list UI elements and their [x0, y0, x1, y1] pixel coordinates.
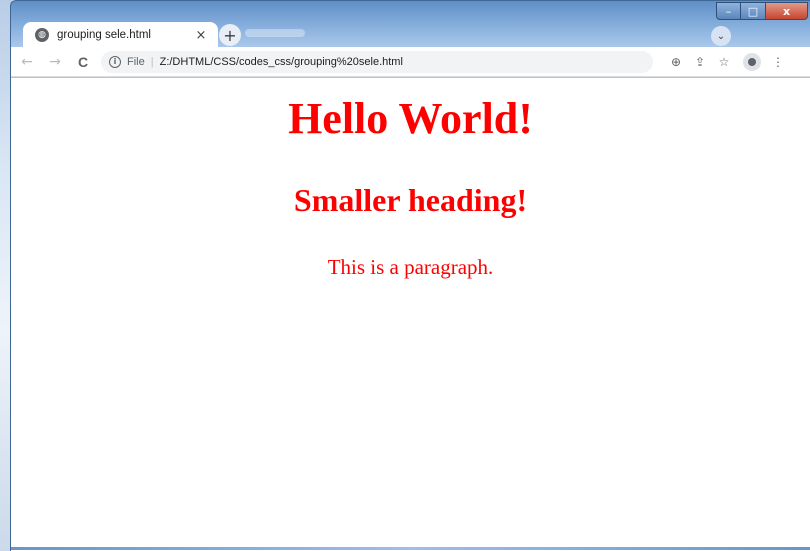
- heading-smaller: Smaller heading!: [293, 182, 528, 218]
- address-bar[interactable]: i File | Z:/DHTML/CSS/codes_css/grouping…: [101, 50, 653, 73]
- share-icon[interactable]: ⇪: [689, 51, 711, 73]
- taskbar-edge: [11, 547, 810, 550]
- forward-button[interactable]: →: [43, 50, 67, 74]
- browser-window: ◍ grouping sele.html × + ⌄ – □ x ← → C i…: [10, 0, 810, 551]
- globe-icon: ◍: [35, 28, 49, 42]
- toolbar-actions: ⊕ ⇪ ☆ ⋮: [665, 51, 791, 73]
- maximize-button[interactable]: □: [741, 2, 766, 20]
- new-tab-button[interactable]: +: [219, 24, 241, 46]
- url-text: Z:/DHTML/CSS/codes_css/grouping%20sele.h…: [159, 55, 403, 68]
- tab-search-button[interactable]: ⌄: [711, 26, 731, 46]
- url-scheme: File: [127, 55, 145, 68]
- site-info-icon[interactable]: i: [109, 55, 121, 68]
- close-window-button[interactable]: x: [766, 2, 808, 20]
- back-button[interactable]: ←: [15, 50, 39, 74]
- menu-icon[interactable]: ⋮: [767, 51, 789, 73]
- zoom-icon[interactable]: ⊕: [665, 51, 687, 73]
- paragraph-text: This is a paragraph.: [327, 255, 494, 279]
- heading-hello-world: Hello World!: [288, 94, 533, 143]
- tab-strip: ◍ grouping sele.html × + ⌄ – □ x: [11, 1, 810, 48]
- bookmark-star-icon[interactable]: ☆: [713, 51, 735, 73]
- url-separator: |: [150, 55, 154, 68]
- background-tab-ghost: [245, 29, 305, 37]
- profile-avatar-dot: [748, 57, 756, 66]
- tab-close-icon[interactable]: ×: [194, 28, 208, 43]
- page-content: Hello World! Smaller heading! This is a …: [11, 78, 810, 551]
- reload-button[interactable]: C: [71, 50, 95, 74]
- browser-toolbar: ← → C i File | Z:/DHTML/CSS/codes_css/gr…: [11, 47, 810, 77]
- profile-avatar-icon[interactable]: [743, 52, 761, 71]
- window-controls: – □ x: [716, 2, 808, 20]
- tab-title: grouping sele.html: [57, 29, 151, 41]
- tab-grouping-sele[interactable]: ◍ grouping sele.html ×: [23, 22, 218, 48]
- minimize-button[interactable]: –: [716, 2, 741, 20]
